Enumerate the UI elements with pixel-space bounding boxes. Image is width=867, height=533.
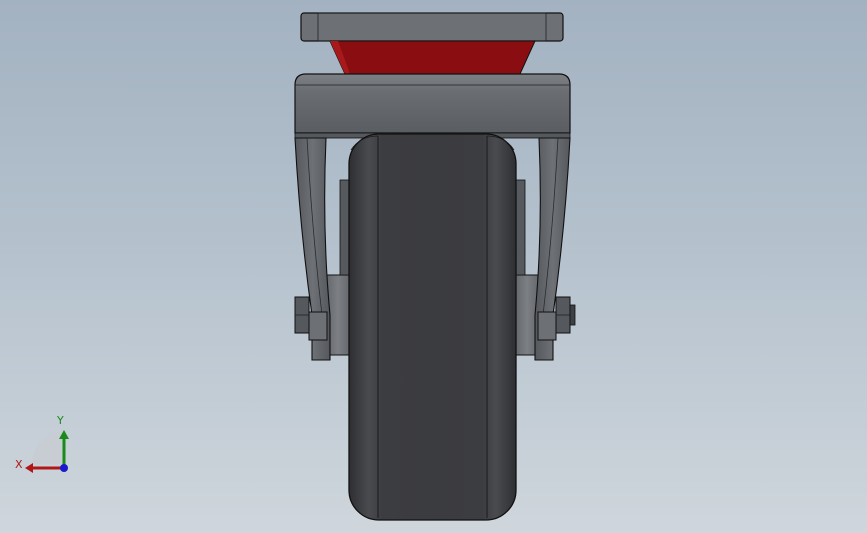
triad-quadrant: [32, 432, 64, 464]
x-axis-arrow: [25, 463, 64, 473]
graphics-viewport[interactable]: Y X: [0, 0, 867, 533]
fork-yoke[interactable]: [294, 73, 571, 139]
top-plate[interactable]: [300, 12, 564, 42]
view-orientation-triad: Y X: [15, 414, 69, 473]
z-axis-dot: [60, 464, 68, 472]
caster-wheel-model[interactable]: [0, 0, 867, 533]
x-axis-label: X: [15, 458, 23, 471]
wheel[interactable]: [348, 133, 517, 521]
y-axis-label: Y: [56, 414, 64, 427]
swivel-bearing[interactable]: [329, 40, 536, 75]
